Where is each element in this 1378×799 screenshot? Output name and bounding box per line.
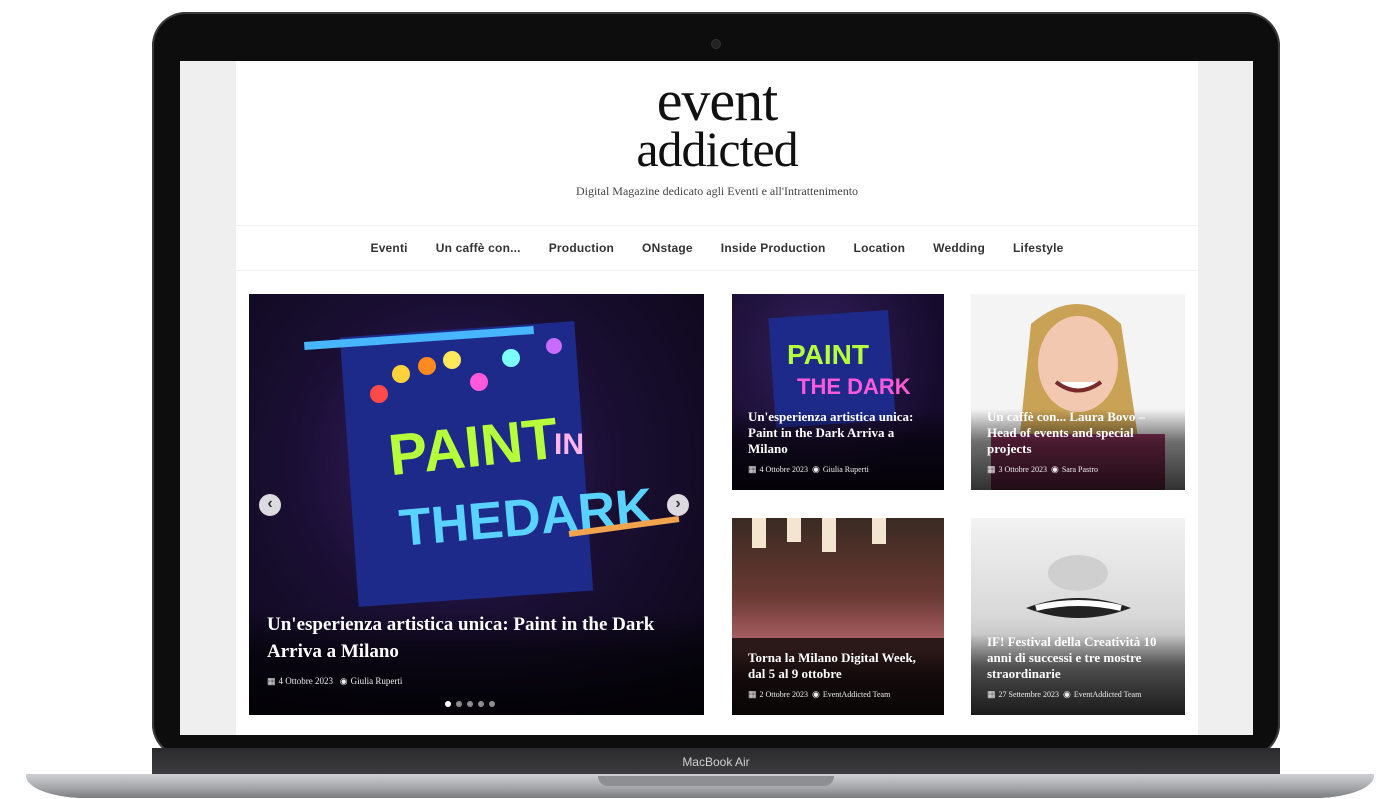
site-logo[interactable]: event addicted: [236, 68, 1198, 177]
post-card[interactable]: Un caffè con... Laura Bovo – Head of eve…: [971, 294, 1185, 490]
post-card[interactable]: IF! Festival della Creatività 10 anni di…: [971, 518, 1185, 715]
slider-caption: Un'esperienza artistica unica: Paint in …: [249, 611, 704, 715]
post-caption: Un caffè con... Laura Bovo – Head of eve…: [971, 409, 1185, 490]
post-meta: ▦ 2 Ottobre 2023 ◉ EventAddicted Team: [748, 688, 928, 701]
slider-meta: ▦ 4 Ottobre 2023 ◉ Giulia Ruperti: [267, 675, 686, 687]
nav-item-location[interactable]: Location: [854, 241, 906, 255]
featured-slider[interactable]: PAINT IN THEDARK ‹ › Un'esperienza artis…: [249, 294, 704, 715]
post-caption: Torna la Milano Digital Week, dal 5 al 9…: [732, 650, 944, 715]
nav-item-lifestyle[interactable]: Lifestyle: [1013, 241, 1064, 255]
slider-dot[interactable]: [478, 701, 484, 707]
screen: event addicted Digital Magazine dedicato…: [180, 61, 1253, 735]
svg-text:IN: IN: [554, 428, 584, 461]
calendar-icon: ▦: [748, 464, 757, 474]
nav-item-eventi[interactable]: Eventi: [370, 241, 407, 255]
post-date: 27 Settembre 2023: [998, 690, 1059, 699]
slider-title[interactable]: Un'esperienza artistica unica: Paint in …: [267, 611, 686, 665]
post-author[interactable]: EventAddicted Team: [823, 690, 891, 699]
post-meta: ▦ 3 Ottobre 2023 ◉ Sara Pastro: [987, 463, 1169, 476]
slider-dot[interactable]: [489, 701, 495, 707]
user-icon: ◉: [339, 676, 348, 686]
svg-text:PAINT: PAINT: [787, 339, 869, 370]
laptop-notch: [598, 776, 834, 786]
post-meta: ▦ 4 Ottobre 2023 ◉ Giulia Ruperti: [748, 463, 928, 476]
slider-prev-button[interactable]: ‹: [259, 494, 281, 516]
main-navigation: Eventi Un caffè con... Production ONstag…: [236, 225, 1198, 271]
post-author[interactable]: Sara Pastro: [1062, 465, 1098, 474]
svg-text:THE DARK: THE DARK: [797, 374, 911, 399]
nav-item-production[interactable]: Production: [549, 241, 614, 255]
calendar-icon: ▦: [987, 689, 996, 699]
user-icon: ◉: [811, 689, 820, 699]
slider-dot[interactable]: [467, 701, 473, 707]
post-author[interactable]: Giulia Ruperti: [823, 465, 869, 474]
slider-next-button[interactable]: ›: [667, 494, 689, 516]
camera-icon: [711, 39, 721, 49]
post-date: 2 Ottobre 2023: [759, 690, 808, 699]
nav-item-wedding[interactable]: Wedding: [933, 241, 985, 255]
post-card[interactable]: PAINT THE DARK Un'esperienza artistica u…: [732, 294, 944, 490]
slider-dot[interactable]: [445, 701, 451, 707]
post-meta: ▦ 27 Settembre 2023 ◉ EventAddicted Team: [987, 688, 1169, 701]
post-card[interactable]: Torna la Milano Digital Week, dal 5 al 9…: [732, 518, 944, 715]
laptop-lid: event addicted Digital Magazine dedicato…: [152, 12, 1280, 758]
post-caption: IF! Festival della Creatività 10 anni di…: [971, 634, 1185, 715]
device-label: MacBook Air: [682, 755, 750, 769]
slider-dot[interactable]: [456, 701, 462, 707]
slider-date: 4 Ottobre 2023: [278, 676, 334, 686]
slider-dots: [445, 701, 495, 707]
post-title[interactable]: Un caffè con... Laura Bovo – Head of eve…: [987, 409, 1169, 457]
web-page: event addicted Digital Magazine dedicato…: [236, 61, 1198, 735]
post-caption: Un'esperienza artistica unica: Paint in …: [732, 409, 944, 490]
post-date: 3 Ottobre 2023: [998, 465, 1047, 474]
post-author[interactable]: EventAddicted Team: [1074, 690, 1142, 699]
slider-author[interactable]: Giulia Ruperti: [351, 676, 403, 686]
user-icon: ◉: [1050, 464, 1059, 474]
nav-item-inside-production[interactable]: Inside Production: [721, 241, 826, 255]
site-tagline: Digital Magazine dedicato agli Eventi e …: [575, 184, 859, 198]
logo-line-1: event: [656, 68, 779, 133]
nav-item-un-caffe-con[interactable]: Un caffè con...: [436, 241, 521, 255]
post-title[interactable]: Torna la Milano Digital Week, dal 5 al 9…: [748, 650, 928, 682]
logo-line-2: addicted: [636, 121, 798, 177]
user-icon: ◉: [1062, 689, 1071, 699]
calendar-icon: ▦: [748, 689, 757, 699]
post-title[interactable]: Un'esperienza artistica unica: Paint in …: [748, 409, 928, 457]
post-date: 4 Ottobre 2023: [759, 465, 808, 474]
post-title[interactable]: IF! Festival della Creatività 10 anni di…: [987, 634, 1169, 682]
calendar-icon: ▦: [267, 676, 276, 686]
nav-item-onstage[interactable]: ONstage: [642, 241, 693, 255]
calendar-icon: ▦: [987, 464, 996, 474]
user-icon: ◉: [811, 464, 820, 474]
